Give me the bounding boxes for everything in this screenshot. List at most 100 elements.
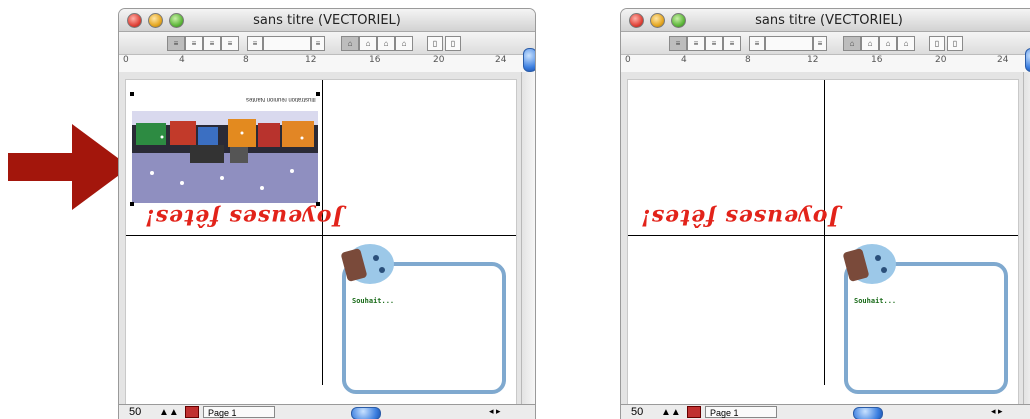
align-center-button[interactable]: ≡ [185,36,203,51]
column-two-button[interactable]: ▯ [445,36,461,51]
ruler-label: 24 [495,55,507,65]
spacing-field[interactable] [263,36,311,51]
zoom-level[interactable]: 50 [631,406,643,418]
ruler-label: 8 [745,55,751,65]
title-bar[interactable]: sans titre (VECTORIEL) [621,9,1030,32]
justify-icon: ≡ [227,39,233,48]
mountain-icon[interactable]: ▲▲ [159,407,179,418]
ruler-label: 12 [305,55,317,65]
card-page: Illustration réunion Nantes Joyeuses fêt… [125,79,517,406]
tab-left-icon: ⌂ [347,39,353,48]
align-right-button[interactable]: ≡ [203,36,221,51]
selection-handle[interactable] [316,92,320,96]
stepper-icon: ≡ [817,39,823,48]
align-left-button[interactable]: ≡ [669,36,687,51]
ruler-label: 8 [243,55,249,65]
spacing-stepper[interactable]: ≡ [311,36,325,51]
formatting-toolbar: ≡ ≡ ≡ ≡ ≡ ≡ ⌂ ⌂ ⌂ ⌂ ▯ ▯ [621,32,1030,55]
greeting-text[interactable]: Joyeuses fêtes! [144,204,343,230]
ruler-label: 16 [871,55,883,65]
status-bar: 50 ▲▲ Page 1 ◂ ▸ [621,404,1030,419]
vertical-scrollbar[interactable] [1023,48,1030,404]
card-page: Joyeuses fêtes! Souhait... [627,79,1019,406]
ruler-label: 0 [123,55,129,65]
double-column-icon: ▯ [952,39,958,48]
align-left-icon: ≡ [675,39,681,48]
tab-decimal-icon: ⌂ [401,39,407,48]
align-right-icon: ≡ [711,39,717,48]
align-center-icon: ≡ [191,39,197,48]
zoom-level[interactable]: 50 [129,406,141,418]
greeting-text[interactable]: Joyeuses fêtes! [640,204,839,230]
spacing-field[interactable] [765,36,813,51]
horizontal-ruler: 0 4 8 12 16 20 24 [621,55,1030,73]
document-canvas[interactable]: Illustration réunion Nantes Joyeuses fêt… [119,72,521,406]
tab-decimal-icon: ⌂ [903,39,909,48]
spacing-stepper[interactable]: ≡ [813,36,827,51]
column-one-button[interactable]: ▯ [427,36,443,51]
line-spacing-button[interactable]: ≡ [247,36,263,51]
tab-center-button[interactable]: ⌂ [861,36,879,51]
single-column-icon: ▯ [432,39,438,48]
window-title: sans titre (VECTORIEL) [253,13,401,28]
column-two-button[interactable]: ▯ [947,36,963,51]
page-icon[interactable] [687,406,701,418]
horizontal-scroll-thumb[interactable] [351,407,381,419]
status-bar: 50 ▲▲ Page 1 ◂ ▸ [119,404,535,419]
document-canvas[interactable]: Joyeuses fêtes! Souhait... [621,72,1023,406]
ruler-label: 20 [433,55,445,65]
tab-decimal-button[interactable]: ⌂ [395,36,413,51]
align-left-icon: ≡ [173,39,179,48]
fold-line-horizontal [628,235,1018,236]
align-left-button[interactable]: ≡ [167,36,185,51]
align-right-button[interactable]: ≡ [705,36,723,51]
tab-right-button[interactable]: ⌂ [377,36,395,51]
align-center-button[interactable]: ≡ [687,36,705,51]
ruler-label: 0 [625,55,631,65]
vertical-scrollbar[interactable] [521,48,535,404]
selection-handle[interactable] [130,202,134,206]
horizontal-ruler: 0 4 8 12 16 20 24 [119,55,535,73]
page-indicator[interactable]: Page 1 [705,406,777,418]
column-one-button[interactable]: ▯ [929,36,945,51]
stepper-icon: ≡ [315,39,321,48]
tab-right-button[interactable]: ⌂ [879,36,897,51]
justify-button[interactable]: ≡ [723,36,741,51]
ruler-label: 24 [997,55,1009,65]
winter-illustration[interactable]: Illustration réunion Nantes [132,93,318,203]
image-caption: Illustration réunion Nantes [246,96,316,102]
line-spacing-icon: ≡ [754,39,760,48]
scroll-arrows-icon[interactable]: ◂ ▸ [489,406,501,417]
ruler-label: 4 [179,55,185,65]
tab-right-icon: ⌂ [383,39,389,48]
tab-center-icon: ⌂ [867,39,873,48]
line-spacing-button[interactable]: ≡ [749,36,765,51]
ruler-label: 12 [807,55,819,65]
justify-icon: ≡ [729,39,735,48]
tab-left-icon: ⌂ [849,39,855,48]
window-title: sans titre (VECTORIEL) [755,13,903,28]
fold-line-vertical [322,80,323,385]
wish-text[interactable]: Souhait... [352,297,394,305]
page-icon[interactable] [185,406,199,418]
single-column-icon: ▯ [934,39,940,48]
tab-left-button[interactable]: ⌂ [843,36,861,51]
tab-left-button[interactable]: ⌂ [341,36,359,51]
horizontal-scroll-thumb[interactable] [853,407,883,419]
page-indicator[interactable]: Page 1 [203,406,275,418]
selection-handle[interactable] [130,92,134,96]
tab-center-button[interactable]: ⌂ [359,36,377,51]
scroll-thumb[interactable] [523,48,535,72]
justify-button[interactable]: ≡ [221,36,239,51]
tab-decimal-button[interactable]: ⌂ [897,36,915,51]
mountain-icon[interactable]: ▲▲ [661,407,681,418]
align-right-icon: ≡ [209,39,215,48]
wish-text[interactable]: Souhait... [854,297,896,305]
scroll-arrows-icon[interactable]: ◂ ▸ [991,406,1003,417]
winter-street-image [132,111,318,203]
gift-bag-icon [843,244,896,284]
ruler-label: 4 [681,55,687,65]
title-bar[interactable]: sans titre (VECTORIEL) [119,9,535,32]
tab-center-icon: ⌂ [365,39,371,48]
scroll-thumb[interactable] [1025,48,1030,72]
